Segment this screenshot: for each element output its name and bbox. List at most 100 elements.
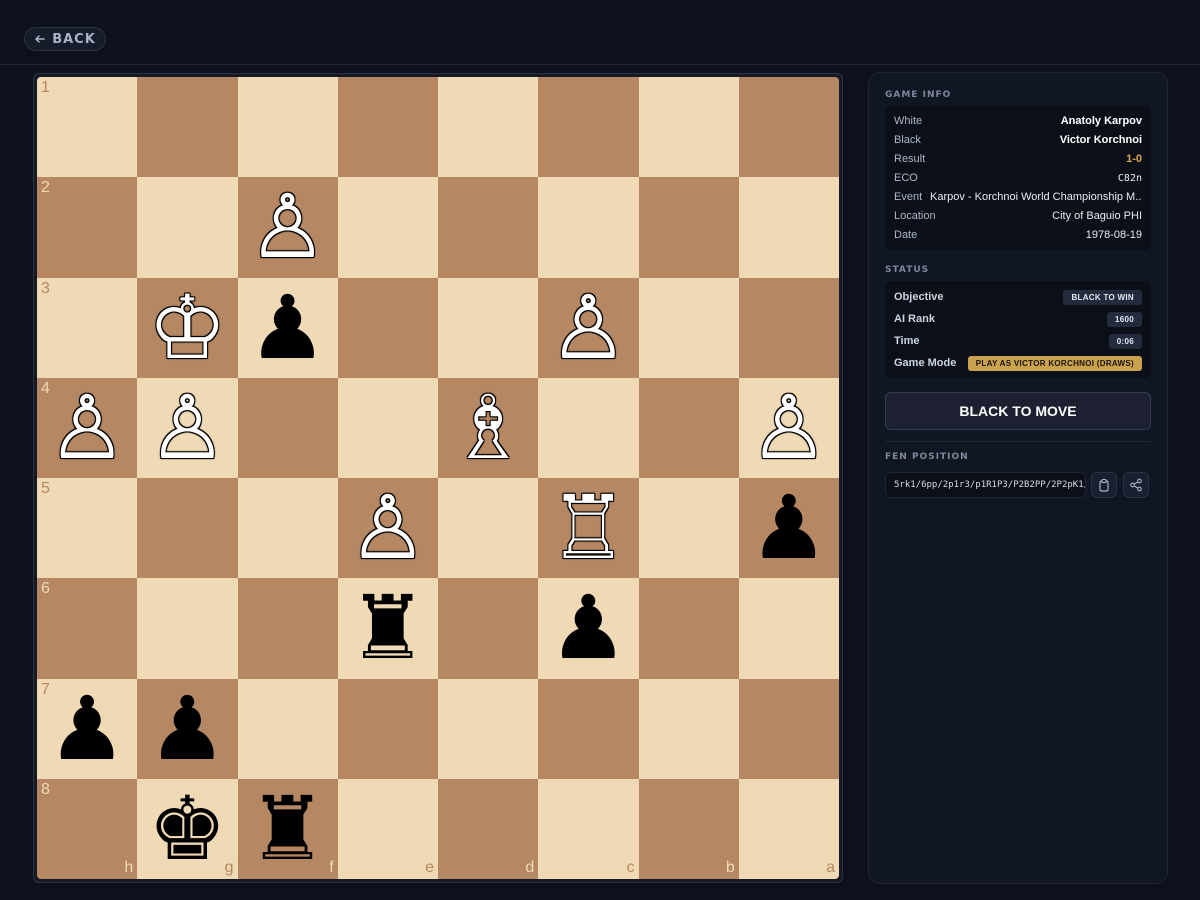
- square-f4[interactable]: [237, 377, 338, 478]
- square-e8[interactable]: e: [337, 778, 438, 879]
- black-rook[interactable]: ♜: [348, 584, 427, 672]
- back-button[interactable]: BACK: [24, 27, 106, 51]
- square-d6[interactable]: [438, 578, 539, 679]
- square-b1[interactable]: [638, 77, 739, 178]
- square-g5[interactable]: [137, 478, 238, 579]
- top-bar: BACK: [0, 0, 1200, 65]
- square-g7[interactable]: ♟: [137, 678, 238, 779]
- square-e5[interactable]: ♙: [337, 478, 438, 579]
- square-c2[interactable]: [538, 177, 639, 278]
- square-d8[interactable]: d: [438, 778, 539, 879]
- white-pawn[interactable]: ♙: [248, 183, 327, 271]
- square-a1[interactable]: [738, 77, 839, 178]
- black-rook[interactable]: ♜: [248, 784, 327, 873]
- black-pawn[interactable]: ♟: [48, 684, 127, 773]
- chess-board[interactable]: 1 2 ♙ 3 ♔ ♟ ♙ 4 ♙ ♙ ♗ ♙ 5 ♙ ♖ ♟ 6 ♜ ♟ 7 ♟ ♟ 8 h g ♚ f ♜ e d c b a: [37, 77, 839, 879]
- square-f8[interactable]: f ♜: [237, 778, 338, 879]
- square-a3[interactable]: [738, 277, 839, 378]
- square-d7[interactable]: [438, 678, 539, 779]
- square-a8[interactable]: a: [738, 778, 839, 879]
- rank-label: 3: [41, 279, 50, 297]
- square-d1[interactable]: [438, 77, 539, 178]
- square-g4[interactable]: ♙: [137, 377, 238, 478]
- square-c4[interactable]: [538, 377, 639, 478]
- square-e6[interactable]: ♜: [337, 578, 438, 679]
- square-g6[interactable]: [137, 578, 238, 679]
- square-b4[interactable]: [638, 377, 739, 478]
- square-a5[interactable]: ♟: [738, 478, 839, 579]
- square-b2[interactable]: [638, 177, 739, 278]
- square-h5[interactable]: 5: [37, 478, 138, 579]
- square-f5[interactable]: [237, 478, 338, 579]
- square-h8[interactable]: 8h: [37, 778, 138, 879]
- square-b6[interactable]: [638, 578, 739, 679]
- square-e7[interactable]: [337, 678, 438, 779]
- square-b5[interactable]: [638, 478, 739, 579]
- square-c8[interactable]: c: [538, 778, 639, 879]
- share-button[interactable]: [1123, 472, 1149, 498]
- copy-fen-button[interactable]: [1091, 472, 1117, 498]
- status-key: Time: [894, 335, 920, 347]
- square-f1[interactable]: [237, 77, 338, 178]
- square-c7[interactable]: [538, 678, 639, 779]
- square-f6[interactable]: [237, 578, 338, 679]
- square-e1[interactable]: [337, 77, 438, 178]
- black-pawn[interactable]: ♟: [549, 584, 628, 672]
- square-d3[interactable]: [438, 277, 539, 378]
- share-icon: [1130, 478, 1142, 492]
- square-e4[interactable]: [337, 377, 438, 478]
- white-pawn[interactable]: ♙: [148, 383, 227, 472]
- square-h1[interactable]: 1: [37, 77, 138, 178]
- square-a7[interactable]: [738, 678, 839, 779]
- square-e3[interactable]: [337, 277, 438, 378]
- black-pawn[interactable]: ♟: [749, 484, 828, 572]
- fen-field[interactable]: 5rk1/6pp/2p1r3/p1R1P3/P2B2PP/2P2pK1/5P2/…: [885, 472, 1086, 498]
- white-pawn[interactable]: ♙: [749, 383, 828, 472]
- square-a4[interactable]: ♙: [738, 377, 839, 478]
- game-info-card: White Anatoly Karpov Black Victor Korchnoi R…: [885, 106, 1151, 250]
- square-g1[interactable]: [137, 77, 238, 178]
- turn-indicator-button[interactable]: BLACK TO MOVE: [885, 392, 1151, 430]
- square-c5[interactable]: ♖: [538, 478, 639, 579]
- info-key: Location: [894, 210, 936, 222]
- square-a6[interactable]: [738, 578, 839, 679]
- rank-label: 8: [41, 780, 50, 798]
- square-g8[interactable]: g ♚: [137, 778, 238, 879]
- square-c6[interactable]: ♟: [538, 578, 639, 679]
- square-a2[interactable]: [738, 177, 839, 278]
- status-row-ai-rank: AI Rank 1600: [894, 310, 1142, 328]
- white-pawn[interactable]: ♙: [549, 283, 628, 372]
- white-rook[interactable]: ♖: [549, 484, 628, 572]
- square-d4[interactable]: ♗: [438, 377, 539, 478]
- square-f2[interactable]: ♙: [237, 177, 338, 278]
- square-b8[interactable]: b: [638, 778, 739, 879]
- fen-title: FEN POSITION: [885, 452, 969, 462]
- status-key: Objective: [894, 291, 944, 303]
- square-e2[interactable]: [337, 177, 438, 278]
- square-b7[interactable]: [638, 678, 739, 779]
- black-pawn[interactable]: ♟: [148, 684, 227, 773]
- square-c1[interactable]: [538, 77, 639, 178]
- black-pawn[interactable]: ♟: [248, 283, 327, 372]
- square-h6[interactable]: 6: [37, 578, 138, 679]
- square-h4[interactable]: 4 ♙: [37, 377, 138, 478]
- black-king[interactable]: ♚: [148, 784, 227, 873]
- white-pawn[interactable]: ♙: [48, 383, 127, 472]
- info-value: 1-0: [1126, 153, 1142, 165]
- square-b3[interactable]: [638, 277, 739, 378]
- square-h3[interactable]: 3: [37, 277, 138, 378]
- white-bishop[interactable]: ♗: [449, 383, 528, 472]
- info-key: White: [894, 115, 923, 127]
- square-f7[interactable]: [237, 678, 338, 779]
- square-d5[interactable]: [438, 478, 539, 579]
- square-g2[interactable]: [137, 177, 238, 278]
- white-pawn[interactable]: ♙: [348, 484, 427, 572]
- square-d2[interactable]: [438, 177, 539, 278]
- info-row-eco: ECO C82n: [894, 170, 1142, 186]
- square-h2[interactable]: 2: [37, 177, 138, 278]
- square-f3[interactable]: ♟: [237, 277, 338, 378]
- white-king[interactable]: ♔: [148, 283, 227, 372]
- square-c3[interactable]: ♙: [538, 277, 639, 378]
- square-g3[interactable]: ♔: [137, 277, 238, 378]
- square-h7[interactable]: 7 ♟: [37, 678, 138, 779]
